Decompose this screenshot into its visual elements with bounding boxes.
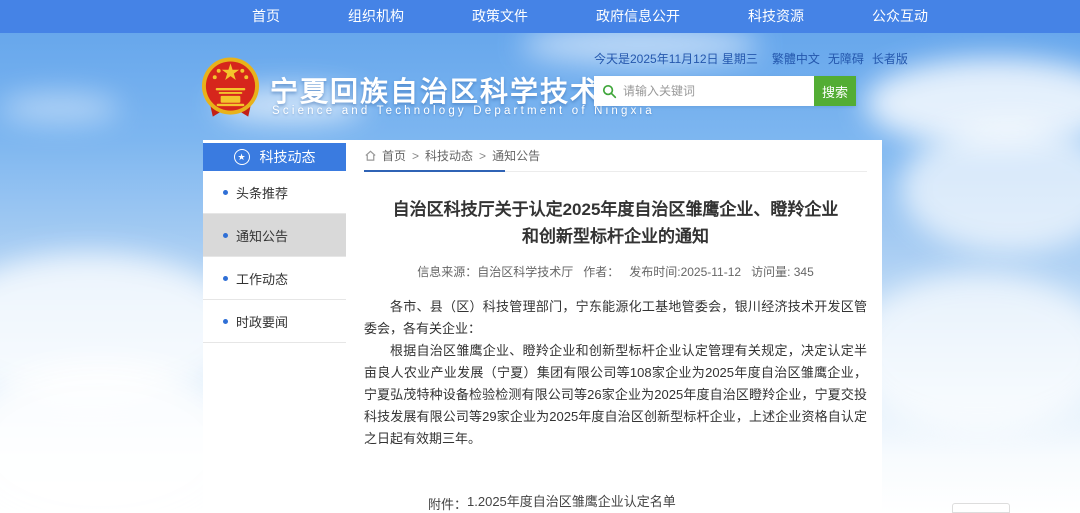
sidebar-menu-item[interactable]: 工作动态	[203, 257, 346, 300]
current-date: 今天是2025年11月12日 星期三	[594, 50, 758, 67]
quick-link[interactable]: 长者版	[872, 50, 908, 67]
breadcrumb-chunk: 首页 >	[382, 149, 425, 163]
sidebar-menu-item[interactable]: 头条推荐	[203, 171, 346, 214]
sidebar-menu-item-label: 通知公告	[236, 226, 288, 245]
bullet-dot-icon	[223, 190, 228, 195]
article-title-line2: 和创新型标杆企业的通知	[522, 227, 709, 246]
article-body: 各市、县（区）科技管理部门，宁东能源化工基地管委会，银川经济技术开发区管委会，各…	[364, 296, 867, 450]
sidebar-menu-item-label: 时政要闻	[236, 312, 288, 331]
search-bar: 搜索	[594, 76, 856, 106]
article-title: 自治区科技厅关于认定2025年度自治区雏鹰企业、瞪羚企业 和创新型标杆企业的通知	[364, 196, 867, 250]
nav-item[interactable]: 首页	[218, 0, 314, 33]
breadcrumb-items: 首页 > 科技动态 > 通知公告	[382, 147, 540, 164]
sidebar-header: ★ 科技动态	[203, 143, 346, 171]
page: 首页组织机构政策文件政府信息公开科技资源公众互动 宁夏回族自治区科学技术厅 Sc…	[0, 0, 1080, 513]
search-input-wrap	[594, 76, 814, 106]
top-navigation: 首页组织机构政策文件政府信息公开科技资源公众互动	[0, 0, 1080, 33]
header-utility-area: 今天是2025年11月12日 星期三 繁體中文无障碍长者版 搜索	[594, 50, 872, 106]
attachments-list: 1.2025年度自治区雏鹰企业认定名单2.2025年度自治区瞪羚企业认定名单3.…	[467, 494, 715, 513]
article-meta-part: 发布时间:2025-11-12	[629, 263, 741, 280]
article-meta-part: 作者：	[583, 263, 619, 280]
site-header: 宁夏回族自治区科学技术厅 Science and Technology Depa…	[0, 33, 1080, 140]
star-circle-icon: ★	[234, 149, 250, 165]
search-button[interactable]: 搜索	[814, 76, 856, 106]
breadcrumb-link[interactable]: 首页	[382, 149, 406, 163]
cloud	[900, 123, 1080, 253]
nav-item[interactable]: 公众互动	[838, 0, 962, 33]
sidebar: ★ 科技动态 头条推荐 通知公告	[203, 143, 346, 343]
article-title-line1: 自治区科技厅关于认定2025年度自治区雏鹰企业、瞪羚企业	[393, 200, 839, 219]
quick-links: 繁體中文无障碍长者版	[772, 50, 916, 67]
nav-item[interactable]: 政策文件	[438, 0, 562, 33]
article-paragraph: 根据自治区雏鹰企业、瞪羚企业和创新型标杆企业认定管理有关规定，决定认定半亩良人农…	[364, 340, 867, 450]
sidebar-menu-item[interactable]: 时政要闻	[203, 300, 346, 343]
quick-link[interactable]: 繁體中文	[772, 50, 820, 67]
attachment-link[interactable]: 1.2025年度自治区雏鹰企业认定名单	[467, 494, 715, 509]
bullet-dot-icon	[223, 276, 228, 281]
bullet-dot-icon	[223, 319, 228, 324]
site-title: 宁夏回族自治区科学技术厅	[270, 70, 630, 110]
article-meta-part: 访问量: 345	[751, 263, 814, 280]
sidebar-title: 科技动态	[260, 147, 316, 167]
site-subtitle: Science and Technology Department of Nin…	[272, 105, 655, 117]
attachments-block: 附件： 1.2025年度自治区雏鹰企业认定名单2.2025年度自治区瞪羚企业认定…	[428, 494, 867, 513]
sidebar-menu-item-label: 头条推荐	[236, 183, 288, 202]
national-emblem-logo	[199, 55, 262, 123]
breadcrumb-chunk: 科技动态 >	[425, 149, 492, 163]
nav-item[interactable]: 组织机构	[314, 0, 438, 33]
bullet-dot-icon	[223, 233, 228, 238]
article-section: 首页 > 科技动态 > 通知公告 自治区科技厅关于认定2025年度自治区雏鹰企业、瞪羚企…	[364, 140, 867, 513]
breadcrumb-link[interactable]: 科技动态	[425, 149, 473, 163]
breadcrumb-link[interactable]: 通知公告	[492, 149, 540, 163]
article-paragraph: 各市、县（区）科技管理部门，宁东能源化工基地管委会，银川经济技术开发区管委会，各…	[364, 296, 867, 340]
nav-items: 首页组织机构政策文件政府信息公开科技资源公众互动	[218, 0, 1080, 33]
breadcrumb: 首页 > 科技动态 > 通知公告	[364, 140, 867, 172]
breadcrumb-chunk: 通知公告	[492, 149, 540, 163]
search-input[interactable]	[623, 84, 806, 98]
attachments-label: 附件：	[428, 494, 467, 513]
breadcrumb-separator: >	[479, 149, 486, 163]
search-icon	[602, 84, 617, 99]
backtop-widget[interactable]	[952, 503, 1010, 513]
main-content-card: ★ 科技动态 头条推荐 通知公告	[203, 140, 882, 513]
sidebar-menu: 头条推荐 通知公告 工作动态 时政要闻	[203, 171, 346, 343]
date-row: 今天是2025年11月12日 星期三 繁體中文无障碍长者版	[594, 50, 872, 67]
sidebar-menu-item-label: 工作动态	[236, 269, 288, 288]
cloud	[850, 273, 1080, 433]
breadcrumb-separator: >	[412, 149, 419, 163]
nav-item[interactable]: 政府信息公开	[562, 0, 714, 33]
quick-link[interactable]: 无障碍	[828, 50, 864, 67]
article-meta: 信息来源：自治区科学技术厅作者： 发布时间:2025-11-12 访问量: 345	[364, 263, 867, 280]
sidebar-menu-item[interactable]: 通知公告	[203, 214, 346, 257]
home-icon	[364, 149, 377, 162]
nav-item[interactable]: 科技资源	[714, 0, 838, 33]
article-meta-part: 信息来源：自治区科学技术厅	[417, 263, 573, 280]
